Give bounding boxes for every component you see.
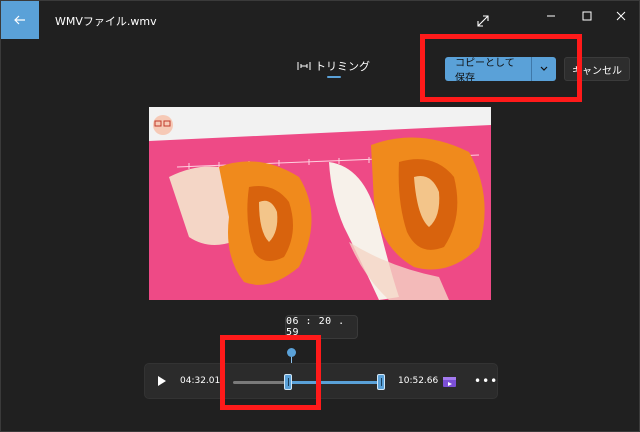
trim-start-time: 04:32.01 — [180, 376, 221, 386]
expand-icon[interactable] — [475, 13, 491, 29]
tab-trim[interactable]: トリミング — [297, 57, 370, 75]
highlight-timeline-area — [220, 335, 321, 410]
video-frame — [149, 107, 491, 300]
close-icon — [616, 11, 626, 21]
playback-controls: 04:32.01 10:52.66 ••• — [144, 363, 498, 399]
minimize-button[interactable] — [539, 9, 563, 23]
clip-icon[interactable] — [442, 374, 457, 389]
maximize-button[interactable] — [575, 9, 599, 23]
back-button[interactable] — [1, 1, 39, 39]
window-title: WMVファイル.wmv — [55, 15, 157, 28]
minimize-icon — [547, 15, 555, 17]
more-icon[interactable]: ••• — [474, 374, 498, 388]
trim-end-time: 10:52.66 — [398, 376, 439, 386]
play-icon[interactable] — [157, 375, 167, 387]
tab-trim-label: トリミング — [315, 60, 370, 73]
back-arrow-icon — [14, 15, 25, 25]
close-button[interactable] — [609, 9, 633, 23]
trim-icon — [297, 62, 311, 70]
active-tab-indicator — [327, 76, 341, 78]
trim-end-handle[interactable] — [377, 374, 385, 390]
video-preview[interactable] — [149, 107, 491, 300]
highlight-save-area — [420, 34, 582, 102]
maximize-icon — [582, 11, 592, 21]
app-window: WMVファイル.wmv トリミング コピーとして保存 キャンセル 06: 20… — [0, 0, 640, 432]
